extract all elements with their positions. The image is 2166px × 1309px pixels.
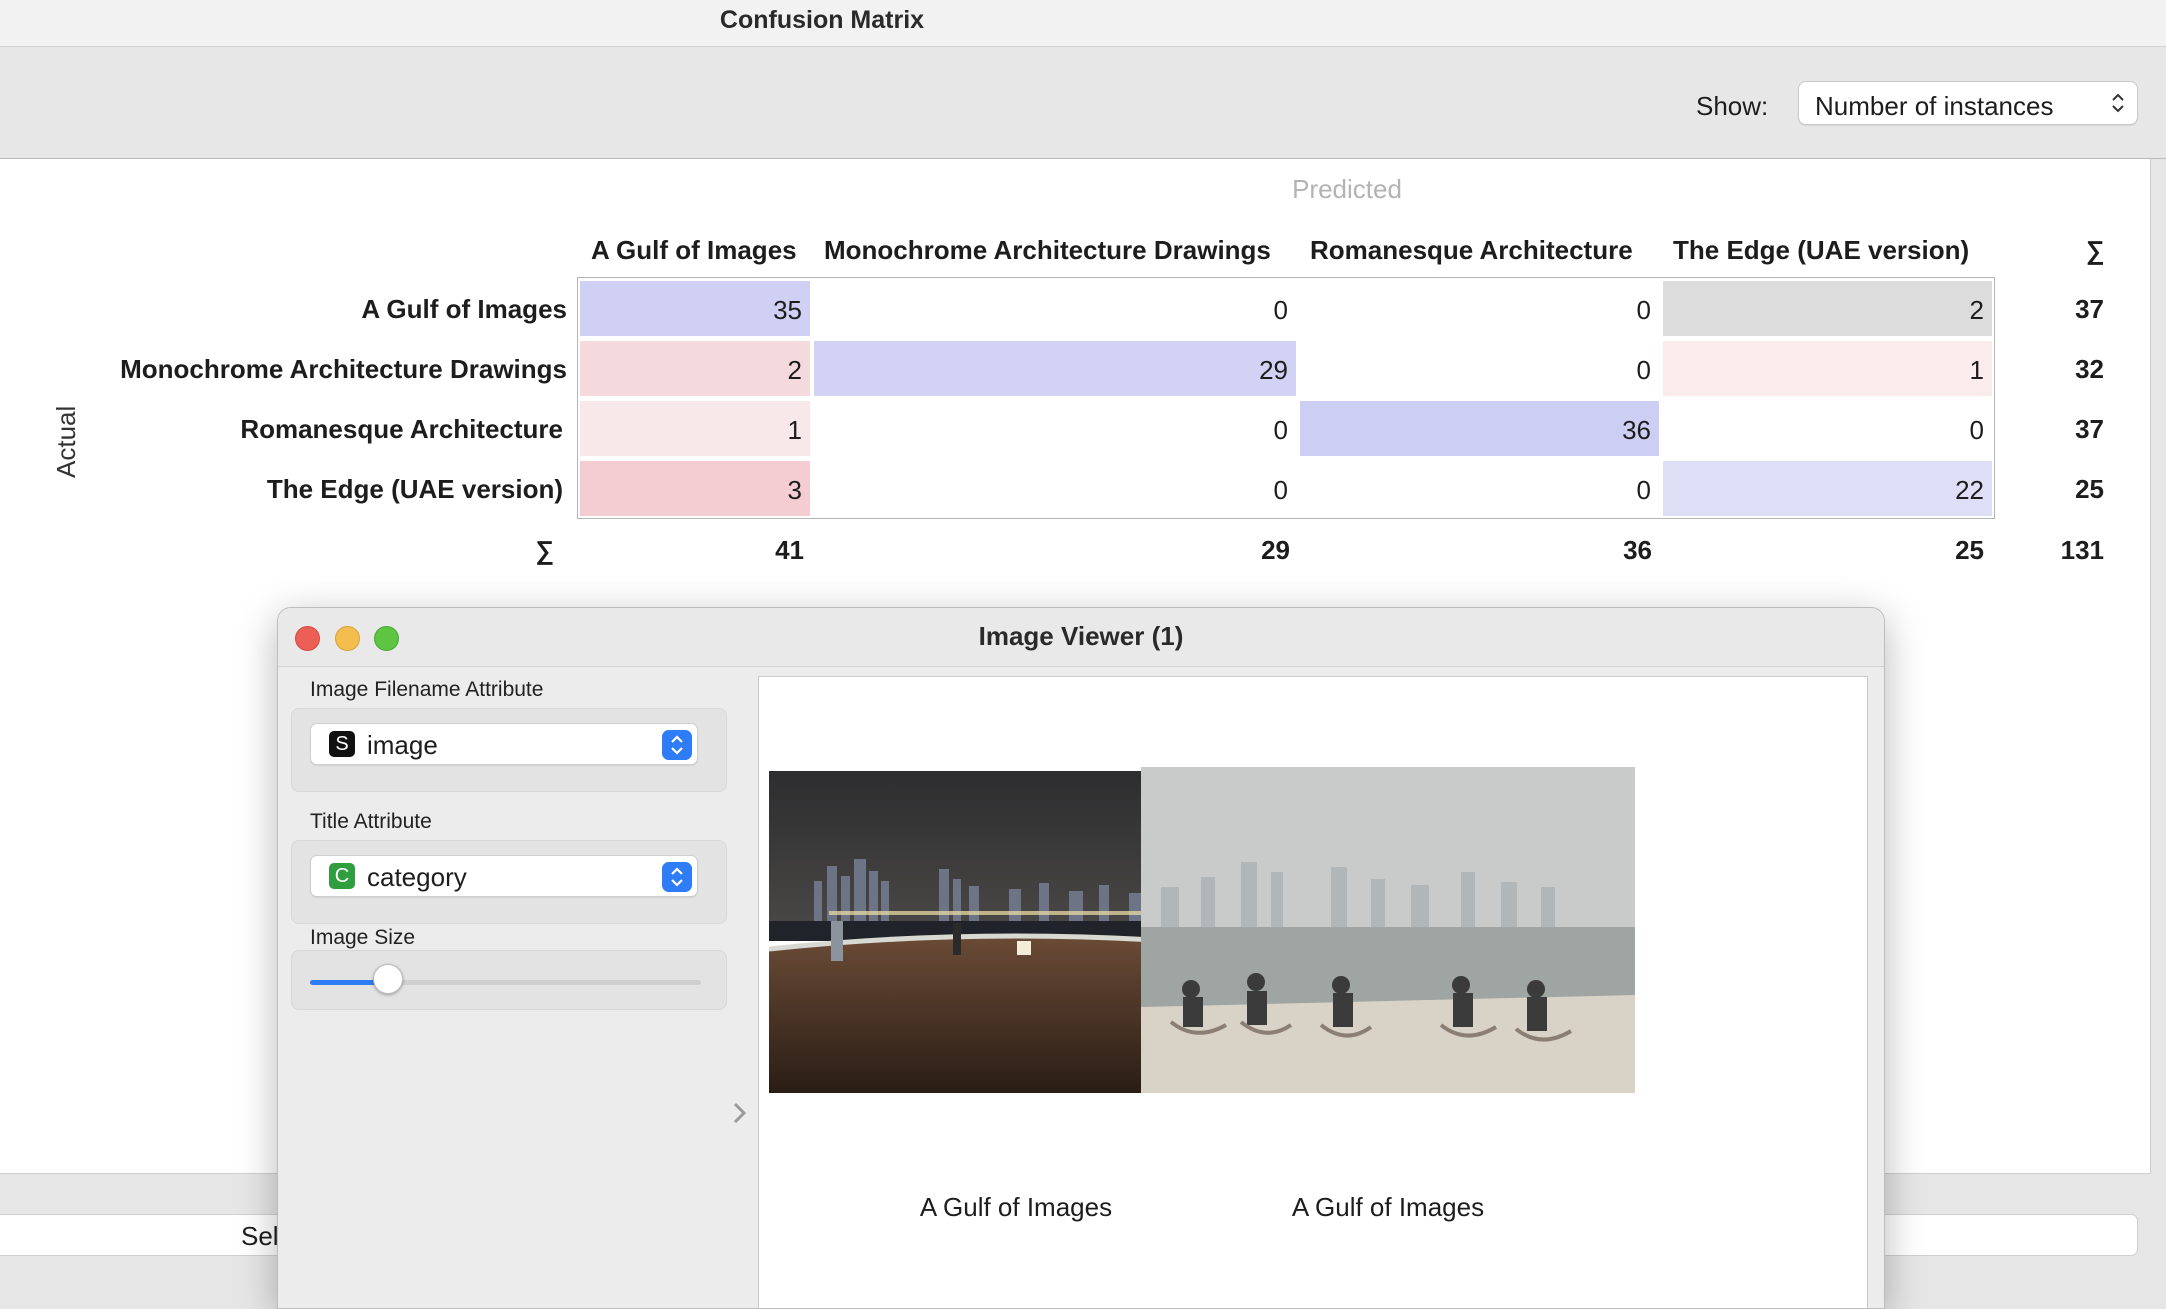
row-sum: 25	[2075, 474, 2104, 504]
image-canvas: A Gulf of Images A Gulf of Images	[758, 676, 1868, 1308]
matrix-cell[interactable]: 0	[1663, 401, 1992, 456]
thumbnail-image[interactable]	[1141, 767, 1635, 1093]
image-caption: A Gulf of Images	[1291, 1192, 1485, 1222]
control-bar: Show: Number of instances	[0, 47, 2166, 159]
matrix-cell[interactable]: 0	[1300, 461, 1659, 516]
title-attribute-label: Title Attribute	[310, 810, 432, 833]
matrix-cell[interactable]: 1	[1663, 341, 1992, 396]
row-header: Monochrome Architecture Drawings	[120, 354, 567, 384]
matrix-cell[interactable]: 35	[580, 281, 810, 336]
column-sum: 25	[1955, 535, 1984, 565]
filename-attribute-value: image	[367, 730, 438, 760]
chevron-right-icon[interactable]	[728, 1098, 752, 1128]
filename-attribute-label: Image Filename Attribute	[310, 678, 544, 701]
column-sum: 41	[775, 535, 804, 565]
matrix-cell[interactable]: 36	[1300, 401, 1659, 456]
column-header: A Gulf of Images	[591, 235, 797, 265]
column-sum: 36	[1623, 535, 1652, 565]
matrix-cell[interactable]: 0	[1300, 341, 1659, 396]
filename-attribute-combo[interactable]: S image	[310, 723, 698, 765]
select-button[interactable]: Sel	[0, 1214, 290, 1256]
slider-knob[interactable]	[373, 964, 404, 994]
matrix-cell[interactable]: 3	[580, 461, 810, 516]
matrix-cell[interactable]: 0	[814, 461, 1296, 516]
show-select-value: Number of instances	[1815, 91, 2054, 121]
column-header: Monochrome Architecture Drawings	[824, 235, 1271, 265]
matrix-cell[interactable]: 1	[580, 401, 810, 456]
viewer-title: Image Viewer (1)	[978, 621, 1184, 651]
window-titlebar: Confusion Matrix	[0, 0, 2166, 47]
categorical-variable-icon: C	[329, 863, 355, 889]
sum-row-header: ∑	[535, 535, 554, 565]
updown-chevron-icon	[662, 730, 692, 760]
matrix-cell[interactable]: 2	[580, 341, 810, 396]
row-sum: 32	[2075, 354, 2104, 384]
matrix-cell[interactable]: 22	[1663, 461, 1992, 516]
row-sum: 37	[2075, 414, 2104, 444]
row-sum: 37	[2075, 294, 2104, 324]
matrix-cell[interactable]: 29	[814, 341, 1296, 396]
column-header: The Edge (UAE version)	[1673, 235, 1970, 265]
string-variable-icon: S	[329, 731, 355, 757]
select-button-label: Sel	[241, 1221, 279, 1251]
matrix-cell[interactable]: 2	[1663, 281, 1992, 336]
sum-column-header: ∑	[2086, 235, 2105, 265]
image-viewer-window: Image Viewer (1) Image Filename Attribut…	[277, 607, 1885, 1309]
right-button[interactable]: n	[1860, 1214, 2138, 1256]
image-size-slider[interactable]	[310, 980, 701, 985]
title-attribute-combo[interactable]: C category	[310, 855, 698, 897]
matrix-cell[interactable]: 0	[814, 401, 1296, 456]
predicted-axis-label: Predicted	[1292, 174, 1402, 204]
hazy-skyline-photo	[1141, 767, 1635, 1093]
matrix-cell[interactable]: 0	[814, 281, 1296, 336]
column-header: Romanesque Architecture	[1310, 235, 1633, 265]
show-select[interactable]: Number of instances	[1798, 81, 2138, 125]
viewer-titlebar: Image Viewer (1)	[278, 608, 1884, 667]
row-header: The Edge (UAE version)	[266, 474, 563, 504]
column-sum: 29	[1261, 535, 1290, 565]
window-title: Confusion Matrix	[719, 6, 925, 34]
show-label: Show:	[1696, 91, 1769, 121]
image-size-label: Image Size	[310, 926, 416, 949]
row-header: Romanesque Architecture	[240, 414, 563, 444]
grand-total: 131	[2060, 535, 2104, 565]
row-header: A Gulf of Images	[361, 294, 567, 324]
matrix-cell[interactable]: 0	[1300, 281, 1659, 336]
actual-axis-label: Actual	[51, 405, 81, 478]
updown-chevron-icon	[662, 862, 692, 892]
updown-chevron-icon	[2112, 93, 2124, 113]
title-attribute-value: category	[367, 862, 467, 892]
